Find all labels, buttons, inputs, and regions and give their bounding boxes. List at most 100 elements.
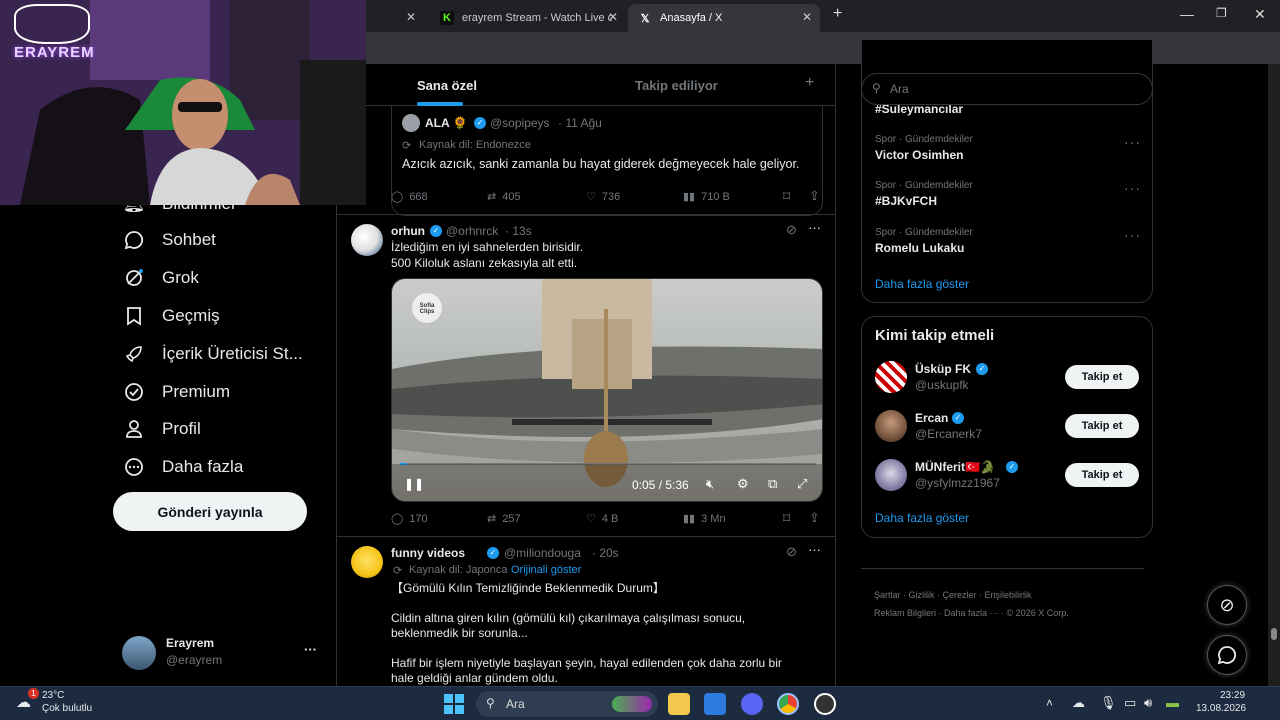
close-icon[interactable]: ✕ <box>802 10 812 24</box>
footer-link[interactable]: Daha fazla ··· <box>944 608 999 618</box>
search-placeholder: Ara <box>890 82 909 96</box>
views-button[interactable]: ▮▮ 3 Mn <box>683 512 726 526</box>
more-dots-icon[interactable]: ··· <box>808 542 821 557</box>
fullscreen-icon[interactable]: ⤢ <box>797 476 807 492</box>
show-original-link[interactable]: Orijinali göster <box>511 564 581 576</box>
repost-button[interactable]: ⇄ 405 <box>487 190 521 204</box>
tab-for-you[interactable]: Sana özel <box>417 78 477 93</box>
chevron-up-icon[interactable]: ˄ <box>1046 696 1053 710</box>
taskbar-search[interactable]: ⚲ Ara <box>476 691 658 717</box>
messages-fab-icon[interactable] <box>1207 635 1247 675</box>
pip-icon[interactable]: ⧉ <box>768 476 777 492</box>
tab-following[interactable]: Takip ediliyor <box>635 78 718 93</box>
show-more-trends-link[interactable]: Daha fazla göster <box>875 277 969 291</box>
like-button[interactable]: ♡ 4 B <box>586 512 618 526</box>
sidebar-item-more[interactable]: Daha fazla <box>122 457 243 477</box>
footer-link[interactable]: Reklam Bilgileri <box>874 608 936 618</box>
store-icon[interactable] <box>704 693 726 715</box>
suggestion-handle: @Ercanerk7 <box>915 427 982 441</box>
add-tab-button[interactable]: + <box>805 74 814 92</box>
kick-icon: K <box>440 11 454 25</box>
more-dots-icon[interactable]: ··· <box>1124 180 1141 196</box>
sidebar-item-bookmarks[interactable]: Geçmiş <box>122 306 220 326</box>
reply-button[interactable]: ◯ 170 <box>391 512 428 526</box>
view-count: 3 Mn <box>701 512 726 525</box>
sidebar-item-premium[interactable]: Premium <box>122 382 230 402</box>
share-icon[interactable]: ⇪ <box>809 510 820 526</box>
weather-desc: Çok bulutlu <box>42 703 93 714</box>
share-icon[interactable]: ⇪ <box>809 188 820 204</box>
follow-button[interactable]: Takip et <box>1065 414 1139 438</box>
settings-icon[interactable]: ⚙ <box>737 476 749 492</box>
trend-name[interactable]: #BJKvFCH <box>875 194 937 208</box>
more-dots-icon[interactable]: ··· <box>808 220 821 235</box>
grok-icon[interactable]: ⊘ <box>786 222 797 238</box>
close-icon[interactable]: ✕ <box>608 10 618 24</box>
trend-name[interactable]: Victor Osimhen <box>875 148 963 162</box>
tab-previous[interactable]: ✕ <box>366 4 424 32</box>
like-button[interactable]: ♡ 736 <box>586 190 620 204</box>
reply-button[interactable]: ◯ 668 <box>391 190 428 204</box>
tweet-author-handle: @miliondouga <box>504 546 581 560</box>
mute-icon[interactable]: 🔇︎ <box>706 476 714 492</box>
quote-author-handle: @sopipeys <box>490 116 550 130</box>
footer-link[interactable]: Erişilebilirlik <box>985 590 1032 600</box>
account-handle: @erayrem <box>166 653 223 667</box>
tab-x-home[interactable]: 𝕏 Anasayfa / X ✕ <box>628 4 820 32</box>
video-frame <box>392 279 822 501</box>
tab-kick-stream[interactable]: K erayrem Stream - Watch Live o ✕ <box>430 4 626 32</box>
video-player[interactable]: Sofia Clips ❚❚ 0:05 / 5:36 🔇︎ ⚙ ⧉ ⤢ <box>391 278 823 502</box>
footer-link[interactable]: Çerezler <box>943 590 977 600</box>
sidebar-item-grok[interactable]: Grok <box>122 268 199 288</box>
weather-temp: 23°C <box>42 690 65 701</box>
show-more-suggestions-link[interactable]: Daha fazla göster <box>875 511 969 525</box>
search-icon: ⚲ <box>872 81 881 95</box>
new-tab-button[interactable]: + <box>833 5 842 23</box>
follow-button[interactable]: Takip et <box>1065 365 1139 389</box>
microphone-icon[interactable]: 🎙︎ <box>1100 695 1117 711</box>
quote-author-name: ALA 🌻 <box>425 116 468 130</box>
sidebar-item-creator-studio[interactable]: İçerik Üreticisi St... <box>122 344 303 364</box>
bookmark-icon[interactable]: ⌑ <box>783 188 790 205</box>
search-input[interactable]: ⚲ Ara <box>861 73 1153 105</box>
footer-link[interactable]: Gizlilik <box>909 590 935 600</box>
grok-icon <box>122 268 146 288</box>
chat-icon <box>122 230 146 250</box>
more-dots-icon[interactable]: ··· <box>304 642 317 657</box>
suggestion-name: Üsküp FK <box>915 362 972 376</box>
bookmark-icon[interactable]: ⌑ <box>783 510 790 527</box>
views-button[interactable]: ▮▮ 710 B <box>683 190 730 204</box>
windows-start-icon[interactable] <box>444 694 464 714</box>
trend-name[interactable]: Romelu Lukaku <box>875 241 964 255</box>
sidebar-item-chat[interactable]: Sohbet <box>122 230 216 250</box>
volume-icon[interactable]: 🔊︎ <box>1144 695 1152 711</box>
chrome-icon[interactable] <box>777 693 799 715</box>
repost-count: 257 <box>502 512 521 525</box>
grok-fab-icon[interactable]: ⊘ <box>1207 585 1247 625</box>
pause-icon[interactable]: ❚❚ <box>404 477 424 491</box>
close-icon[interactable]: ✕ <box>406 10 416 24</box>
more-dots-icon[interactable]: ··· <box>1124 227 1141 243</box>
account-switcher[interactable]: Erayrem @erayrem ··· <box>122 634 322 670</box>
repost-button[interactable]: ⇄ 257 <box>487 512 521 526</box>
obs-icon[interactable] <box>814 693 836 715</box>
post-button[interactable]: Gönderi yayınla <box>113 492 307 531</box>
file-explorer-icon[interactable] <box>668 693 690 715</box>
scrollbar-thumb[interactable] <box>1271 628 1277 640</box>
sidebar-item-profile[interactable]: Profil <box>122 419 201 439</box>
tweet-time: · 20s <box>592 546 619 560</box>
follow-button[interactable]: Takip et <box>1065 463 1139 487</box>
reply-count: 668 <box>409 190 428 203</box>
close-window-icon[interactable]: ✕ <box>1254 6 1266 23</box>
discord-icon[interactable] <box>741 693 763 715</box>
more-dots-icon[interactable]: ··· <box>1124 134 1141 150</box>
grok-icon[interactable]: ⊘ <box>786 544 797 560</box>
minimize-icon[interactable]: — <box>1180 6 1194 22</box>
scrollbar[interactable] <box>1268 64 1280 686</box>
cloud-icon[interactable]: ☁ <box>1072 695 1085 711</box>
divider <box>337 536 835 537</box>
battery-icon[interactable]: ▬ <box>1166 695 1179 710</box>
display-icon[interactable]: ▭ <box>1124 695 1136 711</box>
footer-link[interactable]: Şartlar <box>874 590 901 600</box>
maximize-icon[interactable]: ❐ <box>1216 6 1227 20</box>
